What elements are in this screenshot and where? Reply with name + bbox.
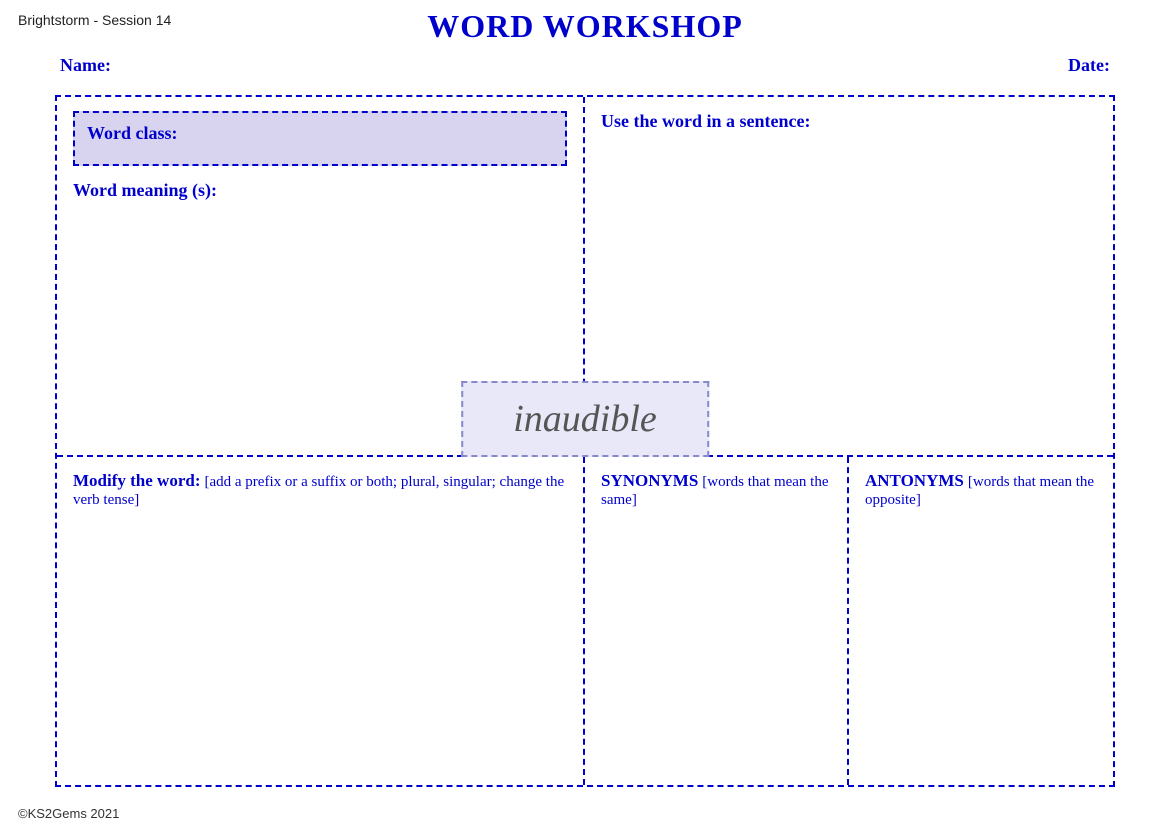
- date-label: Date:: [1068, 55, 1110, 76]
- worksheet: Word class: Word meaning (s): Use the wo…: [55, 95, 1115, 787]
- use-word-label: Use the word in a sentence:: [601, 111, 1097, 132]
- word-class-label: Word class:: [87, 123, 178, 143]
- session-label: Brightstorm - Session 14: [18, 12, 171, 28]
- name-label: Name:: [60, 55, 111, 76]
- modify-label: Modify the word:: [73, 471, 200, 490]
- name-date-row: Name: Date:: [60, 55, 1110, 76]
- synonyms-label: SYNONYMS: [601, 471, 698, 490]
- top-section: Word class: Word meaning (s): Use the wo…: [57, 97, 1113, 457]
- center-word-container: inaudible: [461, 381, 709, 457]
- word-class-box: Word class:: [73, 111, 567, 166]
- bottom-section: Modify the word: [add a prefix or a suff…: [57, 457, 1113, 785]
- center-word-display: inaudible: [461, 381, 709, 457]
- word-meaning-label: Word meaning (s):: [73, 180, 567, 201]
- modify-word-panel: Modify the word: [add a prefix or a suff…: [57, 457, 585, 785]
- page-title: WORD WORKSHOP: [427, 8, 743, 45]
- antonyms-panel: ANTONYMS [words that mean the opposite]: [849, 457, 1113, 785]
- antonyms-label: ANTONYMS: [865, 471, 964, 490]
- copyright-label: ©KS2Gems 2021: [18, 806, 119, 821]
- synonyms-panel: SYNONYMS [words that mean the same]: [585, 457, 849, 785]
